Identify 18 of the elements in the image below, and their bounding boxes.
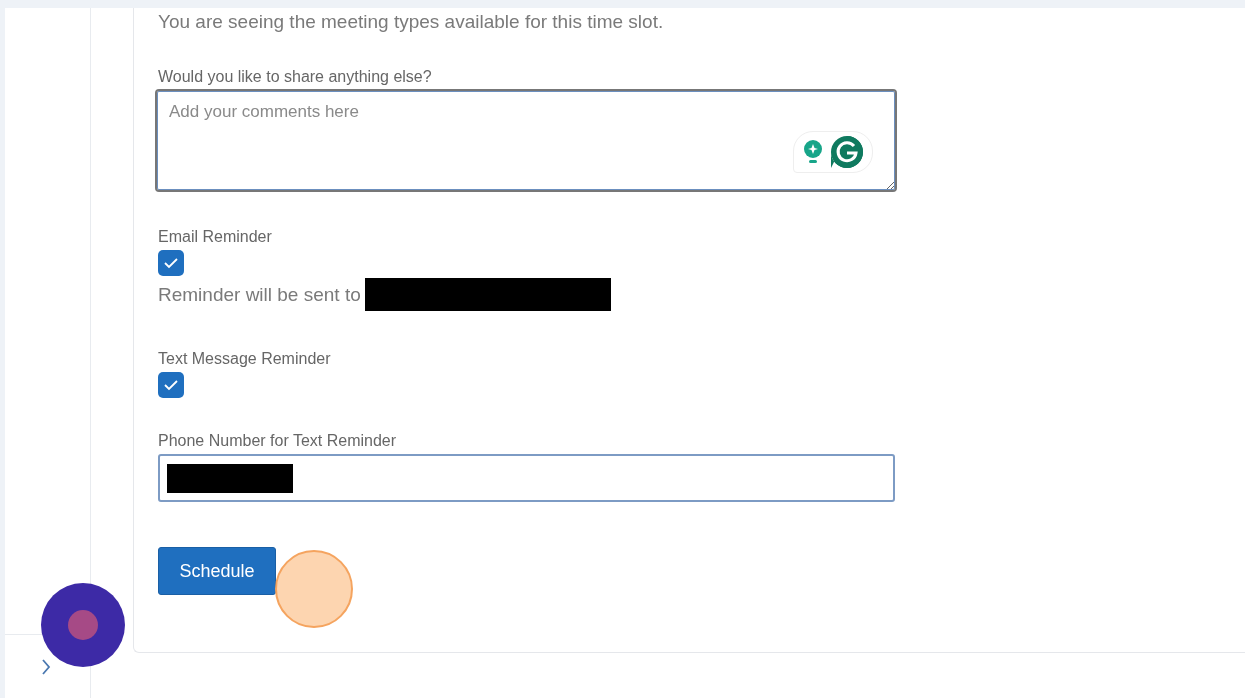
lightbulb-icon <box>802 139 824 165</box>
field-label: Phone Number for Text Reminder <box>158 431 397 451</box>
intro-text: You are seeing the meeting types available for this time slot. <box>158 10 664 34</box>
phone-field[interactable] <box>158 454 895 502</box>
field-label: Text Message Reminder <box>158 349 331 369</box>
comments-field[interactable]: Add your comments here <box>155 89 897 192</box>
field-label: Would you like to share anything else? <box>158 67 432 87</box>
field-label: Email Reminder <box>158 227 272 247</box>
text-reminder-checkbox[interactable] <box>158 372 184 398</box>
schedule-button[interactable]: Schedule <box>158 547 276 595</box>
reminder-note: Reminder will be sent to <box>158 283 361 306</box>
g-logo-icon <box>830 135 864 169</box>
email-reminder-checkbox[interactable] <box>158 250 184 276</box>
checkmark-icon <box>163 379 179 391</box>
chevron-right-icon[interactable] <box>41 657 51 676</box>
dot-icon <box>68 610 98 640</box>
checkmark-icon <box>163 257 179 269</box>
writing-assistant-badge[interactable] <box>793 131 873 173</box>
